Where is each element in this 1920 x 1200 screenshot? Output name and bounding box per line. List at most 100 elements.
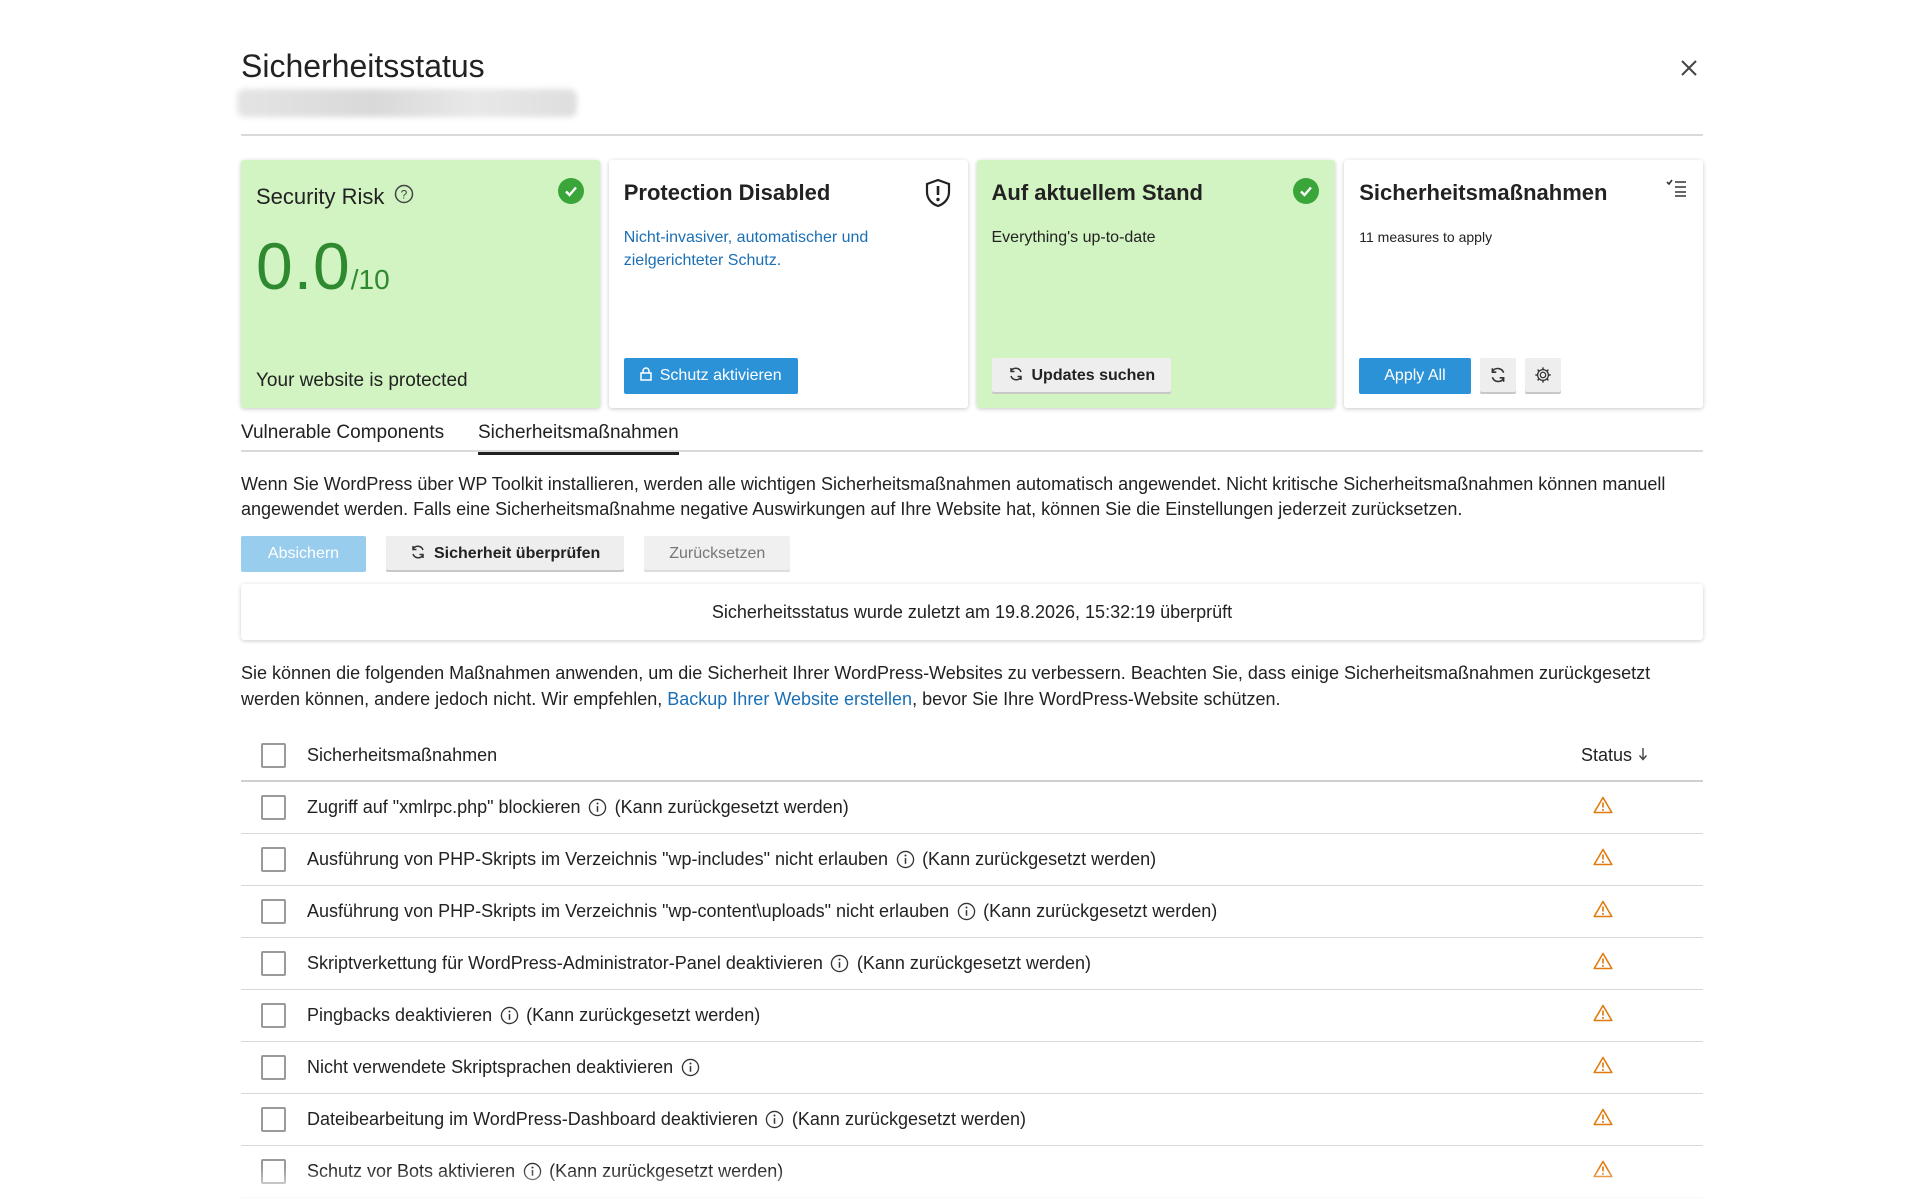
row-checkbox[interactable] bbox=[261, 1159, 286, 1184]
security-risk-title-row: Security Risk ? bbox=[256, 184, 585, 210]
warning-icon bbox=[1593, 1160, 1613, 1183]
measure-cell: Schutz vor Bots aktivieren (Kann zurückge… bbox=[307, 1161, 1581, 1182]
table-header: Sicherheitsmaßnahmen Status bbox=[241, 730, 1703, 782]
updates-description: Everything's up-to-date bbox=[991, 229, 1156, 246]
check-updates-label: Updates suchen bbox=[1031, 367, 1156, 384]
status-cell bbox=[1581, 900, 1703, 923]
measure-name: Dateibearbeitung im WordPress-Dashboard … bbox=[307, 1109, 758, 1129]
refresh-icon bbox=[410, 544, 426, 565]
measure-note: (Kann zurückgesetzt werden) bbox=[922, 849, 1157, 869]
warning-icon bbox=[1593, 1004, 1613, 1027]
last-checked-status: Sicherheitsstatus wurde zuletzt am 19.8.… bbox=[241, 584, 1703, 640]
intro2-after: , bevor Sie Ihre WordPress-Website schüt… bbox=[912, 689, 1281, 709]
warning-icon bbox=[1593, 848, 1613, 871]
table-row: Zugriff auf "xmlrpc.php" blockieren (Kann… bbox=[241, 782, 1703, 834]
row-checkbox[interactable] bbox=[261, 795, 286, 820]
info-icon[interactable] bbox=[499, 1006, 519, 1026]
measures-description: 11 measures to apply bbox=[1359, 229, 1493, 245]
info-icon[interactable] bbox=[830, 954, 850, 974]
table-row: Schutz vor Bots aktivieren (Kann zurückge… bbox=[241, 1146, 1703, 1198]
protection-title: Protection Disabled bbox=[623, 180, 831, 205]
protection-description[interactable]: Nicht-invasiver, automatischer und zielg… bbox=[624, 226, 953, 272]
gear-icon bbox=[1534, 366, 1552, 387]
measure-note: (Kann zurückgesetzt werden) bbox=[791, 1109, 1027, 1129]
help-icon[interactable]: ? bbox=[394, 184, 414, 210]
info-icon[interactable] bbox=[895, 850, 915, 870]
check-security-button[interactable]: Sicherheit überprüfen bbox=[386, 536, 625, 572]
activate-protection-button[interactable]: Schutz aktivieren bbox=[623, 358, 798, 394]
status-cell bbox=[1581, 796, 1703, 819]
table-row: Skriptverkettung für WordPress-Administr… bbox=[241, 938, 1703, 990]
measure-cell: Dateibearbeitung im WordPress-Dashboard … bbox=[307, 1109, 1581, 1130]
close-icon[interactable] bbox=[1675, 54, 1703, 82]
row-checkbox[interactable] bbox=[261, 951, 286, 976]
measure-name: Ausführung von PHP-Skripts im Verzeichni… bbox=[307, 901, 950, 921]
tab-bar: Vulnerable Components Sicherheitsmaßnahm… bbox=[241, 418, 1703, 455]
risk-score-max: /10 bbox=[350, 264, 390, 295]
updates-card: Auf aktuellem Stand Everything's up-to-d… bbox=[976, 160, 1336, 408]
refresh-measures-button[interactable] bbox=[1479, 358, 1516, 394]
activate-protection-label: Schutz aktivieren bbox=[659, 367, 782, 384]
measure-cell: Pingbacks deaktivieren (Kann zurückgesetz… bbox=[307, 1005, 1581, 1026]
status-cell bbox=[1581, 952, 1703, 975]
status-cell bbox=[1581, 848, 1703, 871]
measures-settings-button[interactable] bbox=[1524, 358, 1561, 394]
column-header-status[interactable]: Status bbox=[1581, 745, 1703, 766]
intro-text: Wenn Sie WordPress über WP Toolkit insta… bbox=[241, 474, 1666, 519]
check-circle-icon bbox=[1293, 178, 1320, 204]
security-status-dialog: Sicherheitsstatus Security Risk ? 0.0 /1… bbox=[237, 0, 1703, 1200]
check-updates-button[interactable]: Updates suchen bbox=[991, 358, 1172, 394]
risk-score-value: 0.0 bbox=[256, 229, 351, 303]
risk-footer: Your website is protected bbox=[256, 370, 468, 391]
tab-security-measures[interactable]: Sicherheitsmaßnahmen bbox=[478, 422, 679, 455]
refresh-icon bbox=[1489, 366, 1507, 387]
info-icon[interactable] bbox=[765, 1110, 785, 1130]
checklist-icon[interactable] bbox=[1665, 178, 1687, 203]
header-divider bbox=[241, 134, 1703, 136]
status-cell bbox=[1581, 1004, 1703, 1027]
status-cell bbox=[1581, 1056, 1703, 1079]
measure-note: (Kann zurückgesetzt werden) bbox=[614, 797, 849, 817]
status-cell bbox=[1581, 1160, 1703, 1183]
select-all-checkbox[interactable] bbox=[261, 742, 286, 768]
info-icon[interactable] bbox=[680, 1058, 700, 1078]
tab-vulnerable-components[interactable]: Vulnerable Components bbox=[241, 422, 444, 452]
check-circle-icon bbox=[557, 178, 584, 204]
table-row: Pingbacks deaktivieren (Kann zurückgesetz… bbox=[241, 990, 1703, 1042]
svg-text:?: ? bbox=[401, 188, 408, 202]
measure-note: (Kann zurückgesetzt werden) bbox=[526, 1005, 761, 1025]
measures-title: Sicherheitsmaßnahmen bbox=[1359, 180, 1608, 205]
measure-note: (Kann zurückgesetzt werden) bbox=[983, 901, 1218, 921]
info-icon[interactable] bbox=[522, 1162, 542, 1182]
table-row: Nicht verwendete Skriptsprachen deaktivi… bbox=[241, 1042, 1703, 1094]
measure-name: Ausführung von PHP-Skripts im Verzeichni… bbox=[307, 849, 889, 869]
row-checkbox[interactable] bbox=[261, 1055, 286, 1080]
row-checkbox[interactable] bbox=[261, 1003, 286, 1028]
intro-text-2: Sie können die folgenden Maßnahmen anwen… bbox=[241, 660, 1703, 712]
warning-icon bbox=[1593, 900, 1613, 923]
secure-button[interactable]: Absichern bbox=[241, 536, 366, 572]
arrow-down-icon bbox=[1638, 745, 1648, 766]
row-checkbox[interactable] bbox=[261, 1107, 286, 1132]
column-header-name: Sicherheitsmaßnahmen bbox=[307, 744, 498, 765]
measure-name: Schutz vor Bots aktivieren bbox=[307, 1161, 516, 1181]
warning-icon bbox=[1593, 796, 1613, 819]
measure-note: (Kann zurückgesetzt werden) bbox=[549, 1161, 784, 1181]
measure-cell: Ausführung von PHP-Skripts im Verzeichni… bbox=[307, 849, 1581, 870]
shield-alert-icon bbox=[924, 178, 952, 213]
protection-card: Protection Disabled Nicht-invasiver, aut… bbox=[608, 160, 968, 408]
apply-all-button[interactable]: Apply All bbox=[1359, 358, 1471, 394]
measure-name: Skriptverkettung für WordPress-Administr… bbox=[307, 953, 823, 973]
reset-button[interactable]: Zurücksetzen bbox=[644, 536, 791, 572]
row-checkbox[interactable] bbox=[261, 899, 286, 924]
backup-link[interactable]: Backup Ihrer Website erstellen bbox=[667, 689, 912, 709]
row-checkbox[interactable] bbox=[261, 847, 286, 872]
actions-toolbar: Absichern Sicherheit überprüfen Zurückse… bbox=[241, 536, 791, 572]
measures-card: Sicherheitsmaßnahmen 11 measures to appl… bbox=[1344, 160, 1703, 408]
info-icon[interactable] bbox=[588, 798, 608, 818]
status-cell bbox=[1581, 1108, 1703, 1131]
check-security-label: Sicherheit überprüfen bbox=[434, 545, 601, 562]
info-icon[interactable] bbox=[956, 902, 976, 922]
warning-icon bbox=[1593, 1056, 1613, 1079]
measure-note: (Kann zurückgesetzt werden) bbox=[856, 953, 1091, 973]
